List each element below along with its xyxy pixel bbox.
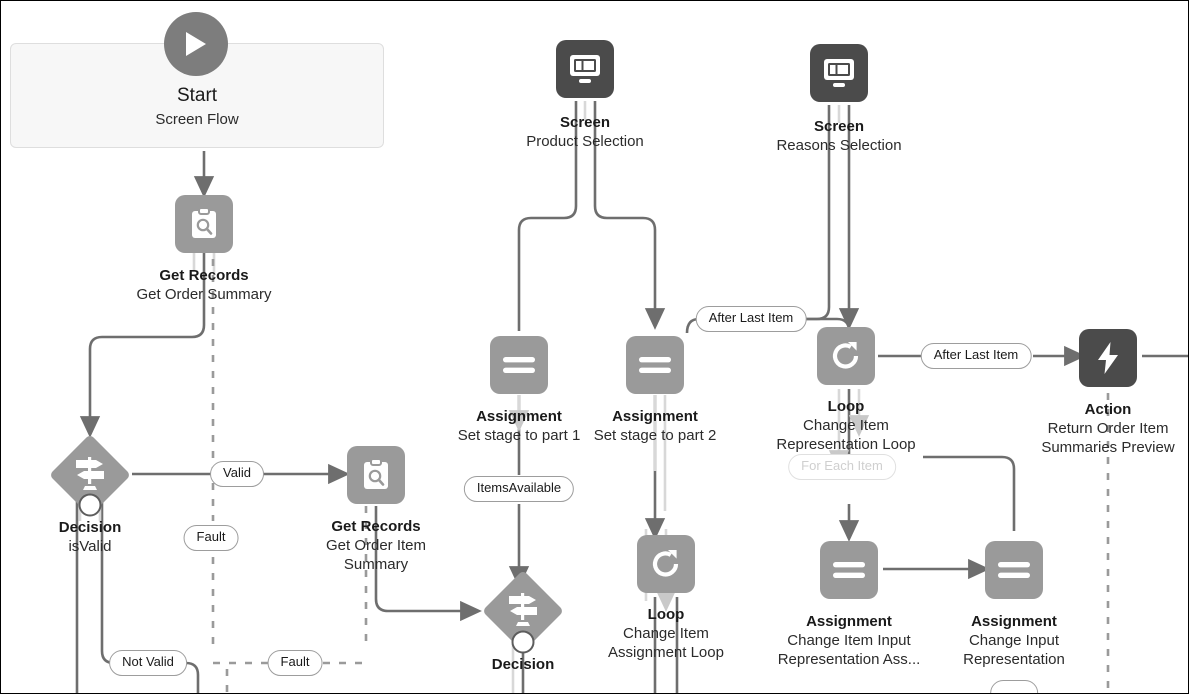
node-type-label: Action: [1084, 401, 1132, 418]
loop-refresh-icon[interactable]: [637, 535, 695, 593]
node-labels: Decision: [492, 655, 555, 674]
node-name-label: Change Input Representation: [963, 632, 1065, 669]
node-type-label: Assignment: [971, 613, 1057, 630]
connector-label-fault-decision[interactable]: Fault: [183, 525, 239, 551]
connector-label-after-last-item-2[interactable]: After Last Item: [920, 343, 1032, 369]
play-icon[interactable]: [164, 12, 228, 76]
connector-label-items-available[interactable]: ItemsAvailable: [463, 476, 575, 502]
connector-label-for-each-item[interactable]: For Each Item: [788, 454, 896, 480]
node-name-label: Return Order Item Summaries Preview: [1041, 420, 1175, 457]
node-type-label: Assignment: [612, 408, 698, 425]
node-name-label: Set stage to part 1: [457, 427, 581, 445]
node-name-label: Change Item Input Representation Ass...: [777, 632, 921, 669]
node-name-label: Change Item Assignment Loop: [608, 625, 724, 662]
node-name-label: Product Selection: [526, 133, 644, 151]
node-type-label: Screen: [813, 118, 865, 135]
loop-refresh-icon[interactable]: [817, 327, 875, 385]
node-type-label: Decision: [58, 519, 122, 536]
decision-connector-endpoint[interactable]: [78, 493, 102, 517]
clipboard-search-icon[interactable]: [175, 195, 233, 253]
node-name-label: Get Order Summary: [136, 286, 272, 304]
node-labels: Decision isValid: [59, 518, 122, 556]
connector-label-valid[interactable]: Valid: [210, 461, 264, 487]
connector-label-partial-bottom[interactable]: [990, 680, 1038, 693]
start-node-labels: Start Screen Flow: [10, 85, 384, 132]
node-type-label: Assignment: [476, 408, 562, 425]
flow-canvas[interactable]: Start Screen Flow Get Records Get Order …: [0, 0, 1189, 694]
node-type-label: Assignment: [806, 613, 892, 630]
action-bolt-icon[interactable]: [1079, 329, 1137, 387]
node-name-label: isValid: [68, 538, 112, 556]
node-labels: Assignment Change Input Representation: [944, 612, 1084, 670]
node-name-label: Reasons Selection: [776, 137, 902, 155]
node-labels: Get Records Get Order Summary: [136, 266, 271, 304]
node-type-label: Get Records: [159, 267, 249, 284]
connector-label-after-last-item-1[interactable]: After Last Item: [695, 306, 807, 332]
node-labels: Assignment Set stage to part 2: [594, 407, 717, 445]
screen-icon[interactable]: [556, 40, 614, 98]
start-subtitle: Screen Flow: [155, 110, 239, 128]
screen-icon[interactable]: [810, 44, 868, 102]
node-labels: Get Records Get Order Item Summary: [301, 517, 451, 575]
node-name-label: Get Order Item Summary: [325, 537, 427, 574]
node-labels: Assignment Change Item Input Representat…: [770, 612, 928, 670]
node-type-label: Screen: [559, 114, 611, 131]
node-type-label: Get Records: [331, 518, 421, 535]
assignment-equals-icon[interactable]: [626, 336, 684, 394]
connector-label-not-valid[interactable]: Not Valid: [109, 650, 187, 676]
node-labels: Loop Change Item Representation Loop: [771, 397, 921, 455]
node-labels: Screen Reasons Selection: [776, 117, 901, 155]
assignment-equals-icon[interactable]: [985, 541, 1043, 599]
node-type-label: Loop: [827, 398, 865, 415]
node-labels: Assignment Set stage to part 1: [458, 407, 581, 445]
connector-label-fault-get-records[interactable]: Fault: [267, 650, 323, 676]
node-type-label: Loop: [647, 606, 685, 623]
assignment-equals-icon[interactable]: [490, 336, 548, 394]
node-type-label: Decision: [491, 656, 555, 673]
decision-connector-endpoint[interactable]: [511, 630, 535, 654]
node-labels: Action Return Order Item Summaries Previ…: [1023, 400, 1188, 458]
node-name-label: Set stage to part 2: [593, 427, 717, 445]
start-title: Start: [176, 85, 218, 106]
node-labels: Screen Product Selection: [526, 113, 644, 151]
node-labels: Loop Change Item Assignment Loop: [591, 605, 741, 663]
clipboard-search-icon[interactable]: [347, 446, 405, 504]
assignment-equals-icon[interactable]: [820, 541, 878, 599]
node-name-label: Change Item Representation Loop: [776, 417, 916, 454]
